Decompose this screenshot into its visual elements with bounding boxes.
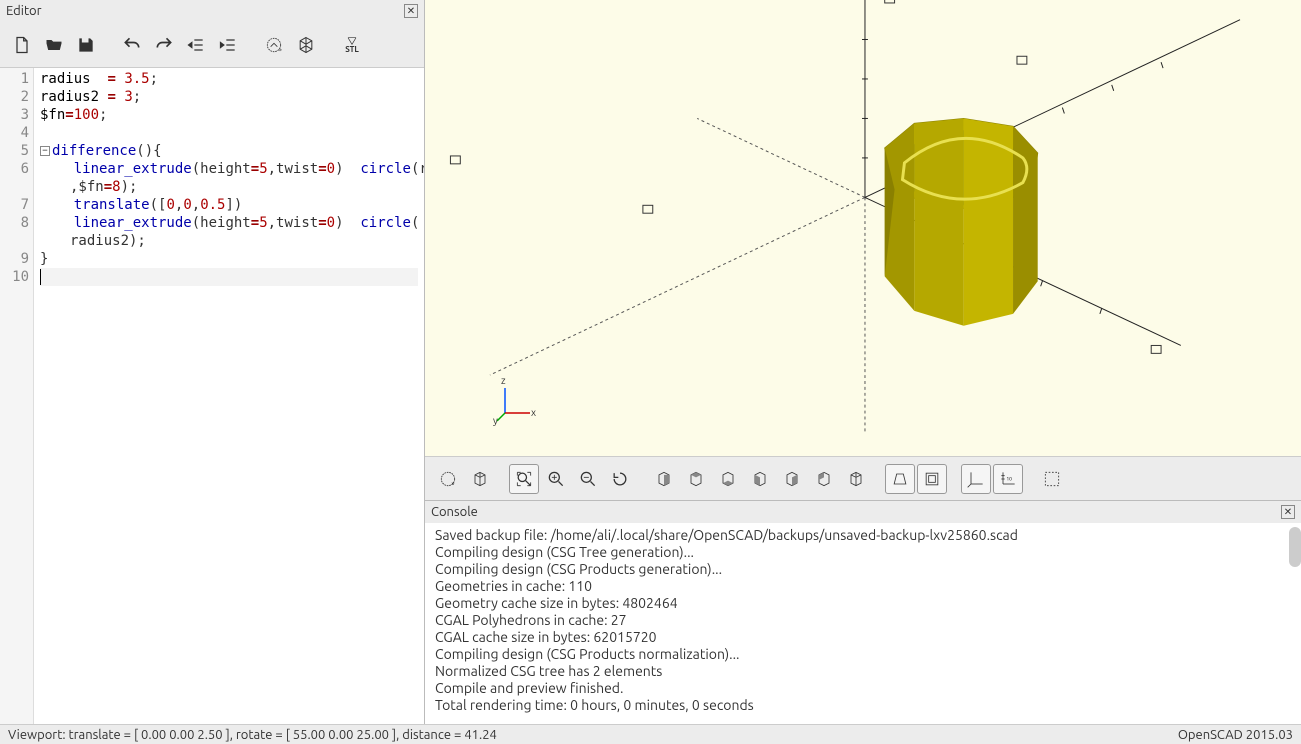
unindent-button[interactable] [182,31,210,59]
console-output[interactable]: Saved backup file: /home/ali/.local/shar… [425,523,1301,724]
preview-icon[interactable]: » [433,464,463,494]
right-panel: z x y » 10 [425,0,1301,724]
undo-button[interactable] [118,31,146,59]
editor-panel: Editor ✕ » STL 12345678910 [0,0,425,724]
console-line: Compiling design (CSG Products generatio… [435,561,1291,578]
viewport-3d[interactable]: z x y [425,0,1301,456]
editor-title: Editor [6,4,42,18]
axis-z-label: z [501,375,506,386]
orthogonal-button[interactable] [917,464,947,494]
zoom-fit-button[interactable] [509,464,539,494]
view-diagonal-button[interactable] [841,464,871,494]
console-line: CGAL Polyhedrons in cache: 27 [435,612,1291,629]
console-panel: Console ✕ Saved backup file: /home/ali/.… [425,500,1301,724]
zoom-out-button[interactable] [573,464,603,494]
view-front-button[interactable] [777,464,807,494]
view-bottom-button[interactable] [713,464,743,494]
preview-button[interactable]: » [260,31,288,59]
console-line: CGAL cache size in bytes: 62015720 [435,629,1291,646]
console-title: Console [431,505,478,519]
save-file-button[interactable] [72,31,100,59]
zoom-in-button[interactable] [541,464,571,494]
console-line: Compile and preview finished. [435,680,1291,697]
statusbar: Viewport: translate = [ 0.00 0.00 2.50 ]… [0,724,1301,744]
svg-text:10: 10 [1006,475,1012,481]
view-left-button[interactable] [745,464,775,494]
open-file-button[interactable] [40,31,68,59]
show-edges-button[interactable] [1037,464,1067,494]
render-button[interactable] [292,31,320,59]
svg-text:»: » [279,47,282,53]
show-scale-button[interactable]: 10 [993,464,1023,494]
indent-button[interactable] [214,31,242,59]
statusbar-version: OpenSCAD 2015.03 [1178,728,1293,742]
main-layout: Editor ✕ » STL 12345678910 [0,0,1301,724]
console-line: Geometry cache size in bytes: 4802464 [435,595,1291,612]
axis-y-label: y [493,415,498,426]
stl-label: STL [345,46,359,54]
view-toolbar: » 10 [425,456,1301,500]
console-line: Saved backup file: /home/ali/.local/shar… [435,527,1291,544]
svg-text:»: » [451,480,454,487]
code-content[interactable]: radius = 3.5;radius2 = 3;$fn=100;−differ… [34,68,424,724]
code-editor[interactable]: 12345678910 radius = 3.5;radius2 = 3;$fn… [0,68,424,724]
perspective-button[interactable] [885,464,915,494]
export-stl-button[interactable]: STL [338,31,366,59]
console-line: Geometries in cache: 110 [435,578,1291,595]
view-top-button[interactable] [681,464,711,494]
view-right-button[interactable] [649,464,679,494]
render-icon[interactable] [465,464,495,494]
editor-header: Editor ✕ [0,0,424,22]
new-file-button[interactable] [8,31,36,59]
editor-toolbar: » STL [0,22,424,68]
show-axes-button[interactable] [961,464,991,494]
console-line: Compiling design (CSG Products normaliza… [435,646,1291,663]
statusbar-viewport-info: Viewport: translate = [ 0.00 0.00 2.50 ]… [8,728,497,742]
console-line: Compiling design (CSG Tree generation)..… [435,544,1291,561]
axis-gizmo: z x y [495,383,535,426]
console-close-button[interactable]: ✕ [1281,505,1295,519]
console-line: Total rendering time: 0 hours, 0 minutes… [435,697,1291,714]
redo-button[interactable] [150,31,178,59]
axis-x-label: x [531,407,536,418]
line-gutter: 12345678910 [0,68,34,724]
console-header: Console ✕ [425,501,1301,523]
editor-close-button[interactable]: ✕ [404,4,418,18]
console-scrollbar[interactable] [1289,527,1301,567]
view-back-button[interactable] [809,464,839,494]
reset-view-button[interactable] [605,464,635,494]
console-line: Normalized CSG tree has 2 elements [435,663,1291,680]
